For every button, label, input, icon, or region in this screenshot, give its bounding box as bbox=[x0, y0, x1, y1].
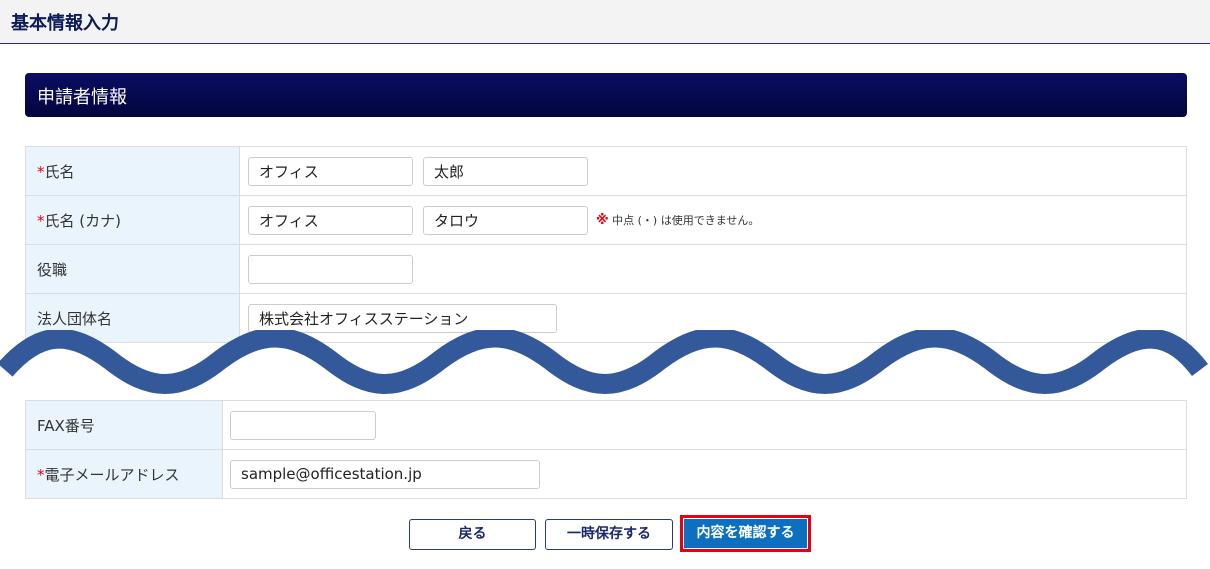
required-mark: * bbox=[37, 465, 45, 484]
email-value-cell bbox=[222, 449, 1187, 499]
name-label-text: 氏名 bbox=[44, 162, 75, 181]
note-text: 中点 (・) は使用できません。 bbox=[612, 214, 760, 227]
applicant-form-bottom: FAX番号 *電子メールアドレス bbox=[25, 400, 1187, 499]
last-name-input[interactable] bbox=[248, 156, 413, 186]
first-name-kana-input[interactable] bbox=[423, 205, 588, 235]
form-row-kana: *氏名 (カナ) ※ 中点 (・) は使用できません。 bbox=[25, 195, 1187, 245]
kana-label: *氏名 (カナ) bbox=[25, 195, 240, 245]
page-header: 基本情報入力 bbox=[0, 0, 1210, 44]
name-label: *氏名 bbox=[25, 146, 240, 196]
omission-wave bbox=[0, 330, 1208, 394]
section-title: 申請者情報 bbox=[37, 87, 127, 108]
name-value-cell bbox=[239, 146, 1187, 196]
fax-input[interactable] bbox=[230, 410, 376, 440]
required-mark: * bbox=[37, 162, 45, 181]
kana-value-cell: ※ 中点 (・) は使用できません。 bbox=[239, 195, 1187, 245]
email-input[interactable] bbox=[230, 459, 540, 489]
save-draft-button[interactable]: 一時保存する bbox=[545, 519, 673, 550]
note-mark: ※ bbox=[596, 213, 609, 228]
section-header: 申請者情報 bbox=[25, 73, 1187, 117]
form-row-name: *氏名 bbox=[25, 146, 1187, 196]
kana-label-text: 氏名 (カナ) bbox=[44, 211, 121, 230]
form-row-position: 役職 bbox=[25, 244, 1187, 294]
email-label: *電子メールアドレス bbox=[25, 449, 223, 499]
back-button[interactable]: 戻る bbox=[409, 519, 536, 550]
company-input[interactable] bbox=[248, 303, 557, 333]
page-title: 基本情報入力 bbox=[11, 13, 119, 34]
position-label: 役職 bbox=[25, 244, 240, 294]
position-value-cell bbox=[239, 244, 1187, 294]
required-mark: * bbox=[37, 211, 45, 230]
applicant-form-top: *氏名 *氏名 (カナ) ※ 中点 (・) は使用できません。 役職 法人団体名 bbox=[25, 146, 1187, 343]
email-label-text: 電子メールアドレス bbox=[44, 465, 180, 484]
confirm-button[interactable]: 内容を確認する bbox=[684, 519, 807, 548]
position-input[interactable] bbox=[248, 254, 413, 284]
wave-line bbox=[0, 330, 1208, 394]
kana-note: ※ 中点 (・) は使用できません。 bbox=[596, 212, 759, 228]
form-row-email: *電子メールアドレス bbox=[25, 449, 1187, 499]
last-name-kana-input[interactable] bbox=[248, 205, 413, 235]
first-name-input[interactable] bbox=[423, 156, 588, 186]
